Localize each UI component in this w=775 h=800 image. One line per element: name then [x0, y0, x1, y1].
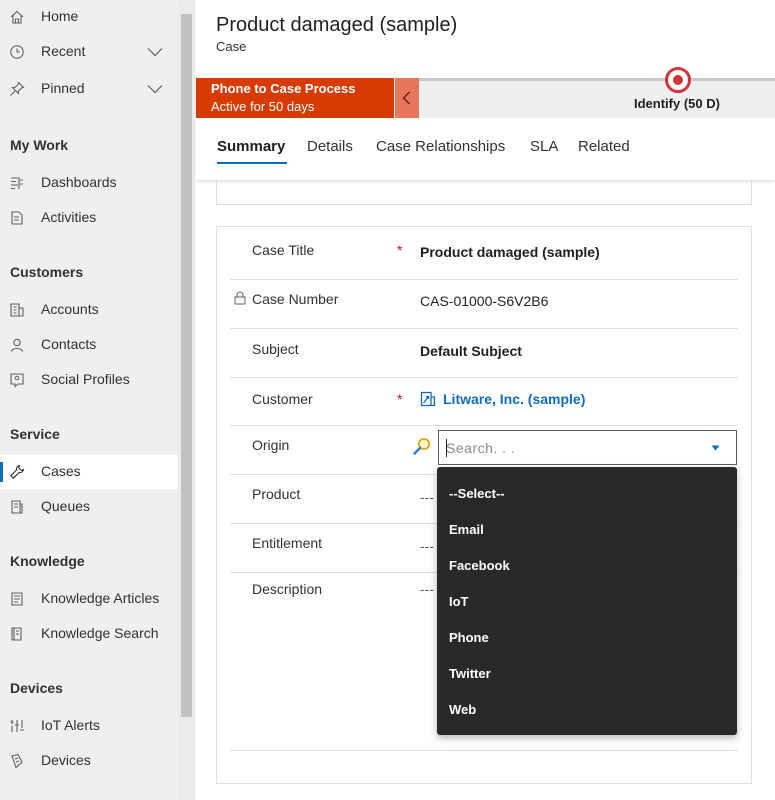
contact-icon	[10, 338, 24, 352]
knowledge-search-icon	[11, 627, 22, 641]
activities-icon	[11, 211, 23, 225]
field-label: Subject	[252, 341, 299, 357]
sidebar-item-label: Cases	[41, 463, 81, 479]
sidebar-group-my-work: My Work	[10, 137, 69, 153]
sidebar-item-recent[interactable]: Recent	[0, 35, 178, 69]
sidebar-item-label: Dashboards	[41, 174, 117, 190]
sidebar-item-label: Social Profiles	[41, 371, 130, 387]
sidebar-item-label: IoT Alerts	[41, 717, 100, 733]
sidebar-item-label: Queues	[41, 498, 91, 514]
chevron-down-icon[interactable]	[147, 47, 163, 57]
sidebar-item-cases[interactable]: Cases	[0, 455, 178, 489]
option-twitter[interactable]: Twitter	[449, 666, 491, 681]
home-icon	[10, 10, 24, 24]
field-case-title: Case Title * Product damaged (sample)	[230, 231, 738, 280]
sidebar-item-home[interactable]: Home	[0, 0, 178, 34]
sidebar-item-activities[interactable]: Activities	[0, 201, 178, 235]
sidebar-item-pinned[interactable]: Pinned	[0, 72, 178, 106]
sidebar-group-service: Service	[10, 426, 60, 442]
clock-icon	[10, 45, 24, 59]
required-indicator: *	[397, 242, 403, 258]
sidebar-item-label: Accounts	[41, 301, 99, 317]
field-case-number: Case Number CAS-01000-S6V2B6	[230, 280, 738, 329]
sidebar-item-label: Knowledge Articles	[41, 590, 160, 606]
field-label: Entitlement	[252, 535, 323, 551]
sidebar-item-contacts[interactable]: Contacts	[0, 328, 178, 362]
social-profile-icon	[10, 373, 24, 388]
field-label: Origin	[252, 437, 290, 453]
case-title-input[interactable]: Product damaged (sample)	[420, 244, 600, 260]
device-icon	[11, 753, 23, 769]
sidebar-item-label: Activities	[41, 209, 97, 225]
option-phone[interactable]: Phone	[449, 630, 489, 645]
entitlement-value[interactable]: ---	[420, 538, 434, 554]
accounts-icon	[10, 303, 24, 317]
sidebar: Home Recent Pinned My Work Dashboards Ac…	[0, 0, 195, 800]
sidebar-group-knowledge: Knowledge	[10, 553, 85, 569]
origin-search-input[interactable]: Search. . .	[438, 430, 737, 465]
sidebar-item-label: Pinned	[41, 80, 85, 96]
sidebar-item-iot-alerts[interactable]: IoT Alerts	[0, 709, 178, 743]
queue-icon	[11, 500, 23, 514]
dashboard-icon	[11, 177, 23, 190]
sidebar-item-knowledge-search[interactable]: Knowledge Search	[0, 617, 178, 651]
field-label: Case Number	[252, 291, 339, 307]
option-select[interactable]: --Select--	[449, 486, 505, 501]
option-iot[interactable]: IoT	[449, 594, 469, 609]
case-number-value: CAS-01000-S6V2B6	[420, 293, 549, 309]
sidebar-item-queues[interactable]: Queues	[0, 490, 178, 524]
sidebar-item-label: Home	[41, 8, 79, 24]
description-value[interactable]: ---	[420, 581, 434, 597]
sidebar-item-knowledge-articles[interactable]: Knowledge Articles	[0, 582, 178, 616]
customer-link[interactable]: Litware, Inc. (sample)	[443, 391, 585, 407]
lock-icon	[234, 291, 246, 305]
option-email[interactable]: Email	[449, 522, 484, 537]
field-label: Product	[252, 486, 301, 502]
required-indicator: *	[397, 391, 403, 407]
account-record-icon	[420, 391, 436, 407]
customer-lookup[interactable]: Litware, Inc. (sample)	[420, 391, 585, 407]
field-subject: Subject Default Subject	[230, 329, 738, 378]
sidebar-item-accounts[interactable]: Accounts	[0, 293, 178, 327]
sidebar-group-devices: Devices	[10, 680, 63, 696]
sidebar-item-label: Knowledge Search	[41, 625, 159, 641]
field-customer: Customer * Litware, Inc. (sample)	[230, 378, 738, 426]
active-indicator	[0, 462, 3, 482]
origin-search-placeholder: Search. . .	[446, 440, 516, 456]
wrench-icon	[10, 464, 25, 479]
sidebar-item-label: Contacts	[41, 336, 97, 352]
sidebar-scroll-thumb[interactable]	[181, 14, 192, 717]
origin-options-list: --Select-- Email Facebook IoT Phone Twit…	[437, 467, 737, 735]
sidebar-item-dashboards[interactable]: Dashboards	[0, 166, 178, 200]
search-icon[interactable]	[412, 436, 432, 456]
pin-icon	[10, 81, 25, 96]
sidebar-item-social-profiles[interactable]: Social Profiles	[0, 363, 178, 397]
subject-input[interactable]: Default Subject	[420, 343, 522, 359]
option-facebook[interactable]: Facebook	[449, 558, 510, 573]
product-value[interactable]: ---	[420, 489, 434, 505]
sidebar-item-devices[interactable]: Devices	[0, 744, 178, 778]
sidebar-item-label: Recent	[41, 43, 86, 59]
sidebar-item-label: Devices	[41, 752, 91, 768]
iot-alert-icon	[10, 720, 24, 732]
sidebar-group-customers: Customers	[10, 264, 84, 280]
chevron-down-icon[interactable]	[147, 84, 163, 94]
article-icon	[11, 592, 23, 606]
field-label: Customer	[252, 391, 313, 407]
field-label: Case Title	[252, 242, 315, 258]
field-label: Description	[252, 581, 323, 597]
dropdown-arrow-icon[interactable]	[711, 445, 720, 451]
option-web[interactable]: Web	[449, 702, 476, 717]
